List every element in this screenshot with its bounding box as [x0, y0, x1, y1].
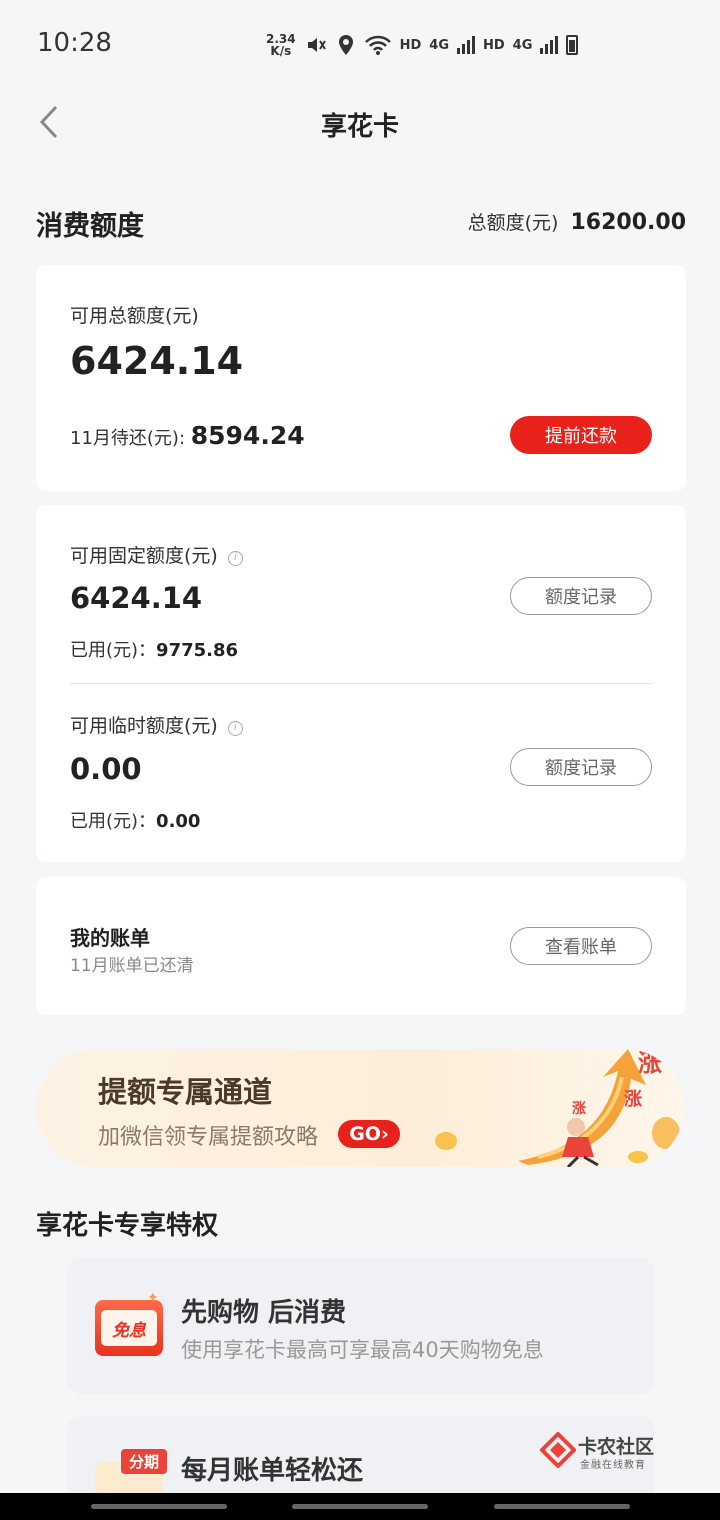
app-header: 享花卡	[0, 88, 720, 158]
fixed-used-label: 已用(元)：	[70, 640, 157, 661]
rise-text: 涨	[638, 1049, 662, 1077]
sparkle-icon: ✦	[147, 1290, 159, 1306]
fixed-limit-record-button[interactable]: 额度记录	[510, 577, 652, 615]
perk-title: 先购物 后消费	[181, 1298, 347, 1328]
fixed-limit-amount: 6424.14	[70, 581, 203, 615]
installment-tag: 分期	[121, 1449, 167, 1474]
temp-used-line: 已用(元)：0.00	[70, 807, 200, 833]
total-limit-value: 16200.00	[570, 210, 686, 235]
due-amount: 8594.24	[190, 421, 305, 450]
mute-icon	[307, 38, 326, 52]
perk-title: 每月账单轻松还	[181, 1456, 364, 1486]
available-limit-amount: 6424.14	[70, 339, 244, 383]
battery-icon	[566, 35, 579, 55]
system-nav-bar	[0, 1493, 720, 1520]
section-title: 消费额度	[36, 211, 144, 242]
chevron-right-icon: ›	[380, 1123, 389, 1145]
network-speed: 2.34 K/s	[266, 32, 296, 58]
perk-description: 使用享花卡最高可享最高40天购物免息	[181, 1338, 544, 1362]
watermark-title: 卡农社区	[578, 1436, 655, 1458]
perks-title: 享花卡专享特权	[36, 1211, 219, 1241]
wifi-icon	[364, 35, 391, 55]
watermark-logo-icon	[540, 1432, 576, 1468]
bill-status: 11月账单已还清	[70, 956, 194, 976]
temp-limit-amount: 0.00	[70, 752, 142, 786]
view-bill-button[interactable]: 查看账单	[510, 927, 652, 965]
total-limit: 总额度(元) 16200.00	[468, 208, 686, 235]
temp-limit-record-button[interactable]: 额度记录	[510, 748, 652, 786]
interest-free-icon: 免息	[95, 1300, 163, 1356]
limit-detail-card: 可用固定额度(元) i 6424.14 已用(元)：9775.86 额度记录 可用…	[36, 505, 686, 862]
network-4g-icon: 4G	[429, 37, 449, 53]
consumption-section-header: 消费额度 总额度(元) 16200.00	[36, 200, 686, 244]
location-icon	[338, 35, 353, 55]
watermark: 卡农社区 金融在线教育	[540, 1430, 670, 1474]
nav-back-button[interactable]	[494, 1504, 630, 1509]
fixed-limit-label: 可用固定额度(元)	[70, 545, 218, 567]
signal-icon	[540, 36, 559, 54]
info-icon[interactable]: i	[227, 721, 243, 736]
due-line: 11月待还(元): 8594.24	[70, 421, 305, 450]
status-icons: 2.34 K/s HD 4G HD 4G	[266, 30, 579, 60]
nav-recent-button[interactable]	[91, 1504, 227, 1509]
divider	[70, 683, 652, 684]
go-button[interactable]: GO ›	[338, 1120, 400, 1148]
banner-title: 提额专属通道	[98, 1075, 273, 1109]
temp-used-value: 0.00	[156, 811, 201, 832]
rising-arrow-illustration: 涨 涨 涨	[435, 1049, 680, 1167]
fixed-used-value: 9775.86	[156, 640, 239, 661]
rise-text: 涨	[624, 1089, 642, 1110]
status-time: 10:28	[37, 28, 112, 58]
rise-text: 涨	[572, 1101, 586, 1117]
nav-home-button[interactable]	[292, 1504, 428, 1509]
status-bar: 10:28 2.34 K/s HD 4G HD 4G	[0, 0, 720, 88]
hd-icon: HD	[483, 37, 505, 53]
banner-subtitle: 加微信领专属提额攻略	[98, 1125, 319, 1150]
early-repay-button[interactable]: 提前还款	[510, 416, 652, 454]
signal-icon	[457, 36, 475, 54]
network-4g-icon: 4G	[512, 37, 533, 53]
temp-limit-label: 可用临时额度(元)	[70, 715, 218, 737]
fixed-limit-label-row: 可用固定额度(元) i	[70, 541, 243, 568]
info-icon[interactable]: i	[227, 551, 243, 566]
due-label: 11月待还(元):	[70, 428, 186, 449]
temp-limit-label-row: 可用临时额度(元) i	[70, 711, 243, 738]
bill-title: 我的账单	[70, 926, 150, 950]
limit-increase-banner[interactable]: 提额专属通道 加微信领专属提额攻略 GO › 涨 涨 涨	[36, 1049, 684, 1167]
available-limit-card: 可用总额度(元) 6424.14 11月待还(元): 8594.24 提前还款	[36, 265, 686, 491]
watermark-subtitle: 金融在线教育	[580, 1460, 646, 1471]
my-bill-card[interactable]: 我的账单 11月账单已还清 查看账单	[36, 877, 686, 1015]
temp-used-label: 已用(元)：	[70, 811, 157, 832]
perk-item[interactable]: 免息 ✦ 先购物 后消费 使用享花卡最高可享最高40天购物免息	[67, 1258, 654, 1394]
available-limit-label: 可用总额度(元)	[70, 305, 199, 327]
page-title: 享花卡	[320, 112, 399, 142]
total-limit-label: 总额度(元)	[467, 212, 559, 234]
hd-icon: HD	[399, 37, 422, 53]
fixed-used-line: 已用(元)：9775.86	[70, 636, 238, 662]
